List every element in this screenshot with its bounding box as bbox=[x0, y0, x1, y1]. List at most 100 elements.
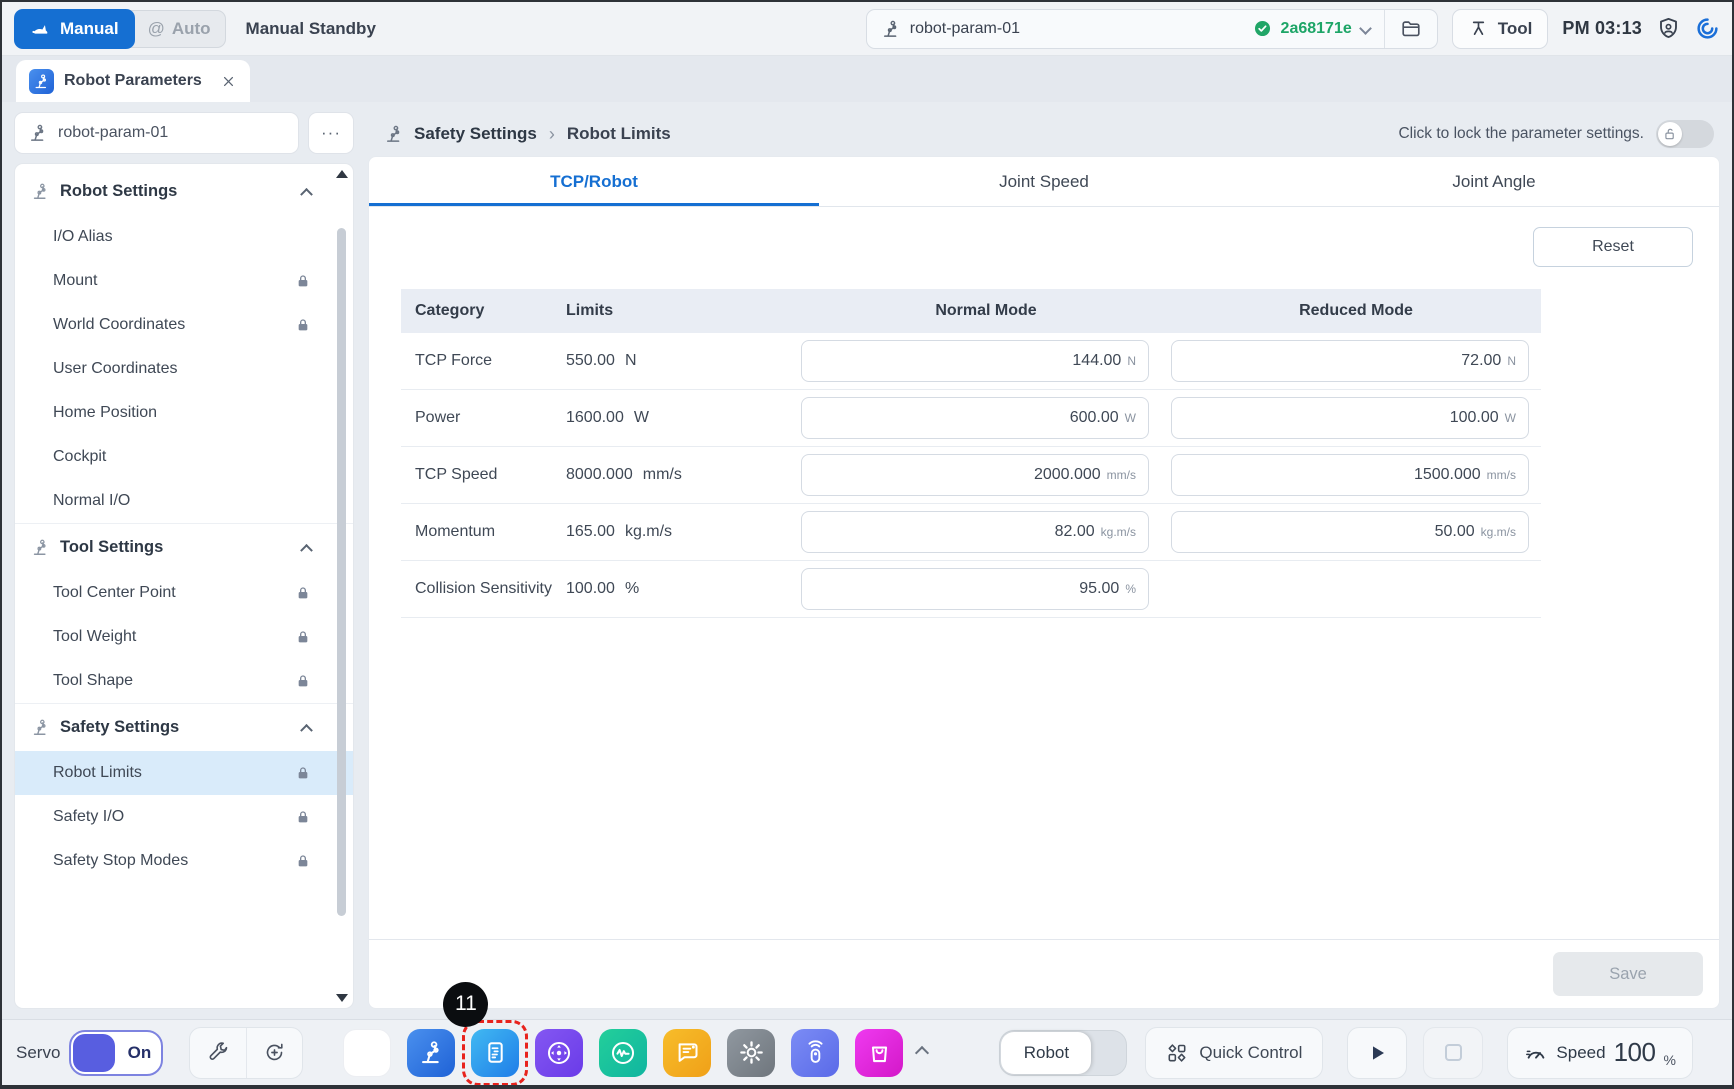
robot-icon bbox=[31, 538, 50, 557]
safety-user-button[interactable] bbox=[1656, 16, 1681, 41]
sidebar-section-robot-settings[interactable]: Robot Settings bbox=[15, 168, 353, 215]
tcp-speed-normal-input[interactable] bbox=[814, 466, 1101, 484]
task-editor-app-icon[interactable]: 11 bbox=[471, 1029, 519, 1077]
sidebar-item-tool-weight[interactable]: Tool Weight bbox=[15, 615, 353, 659]
reset-button[interactable]: Reset bbox=[1533, 227, 1693, 267]
tab-robot-parameters[interactable]: Robot Parameters bbox=[16, 60, 250, 102]
chevron-up-icon bbox=[300, 188, 313, 201]
sidebar-item-safety-stop-modes[interactable]: Safety Stop Modes bbox=[15, 839, 353, 883]
chevron-down-icon[interactable] bbox=[1359, 22, 1372, 35]
card-footer: Save bbox=[369, 939, 1719, 1008]
sidebar-item-tool-shape[interactable]: Tool Shape bbox=[15, 659, 353, 703]
recovery-button[interactable] bbox=[1695, 16, 1720, 41]
play-button[interactable] bbox=[1347, 1027, 1407, 1079]
tool-button[interactable]: Tool bbox=[1452, 9, 1549, 49]
close-icon bbox=[220, 73, 237, 90]
sidebar-item-robot-limits[interactable]: Robot Limits bbox=[15, 751, 353, 795]
dock-collapse-chevron-icon[interactable] bbox=[915, 1045, 929, 1059]
tab-joint-angle[interactable]: Joint Angle bbox=[1269, 157, 1719, 206]
remote-control-app-icon[interactable] bbox=[791, 1029, 839, 1077]
top-bar: Manual @ Auto Manual Standby robot-param… bbox=[2, 2, 1732, 56]
tcp-force-reduced-input[interactable] bbox=[1184, 352, 1501, 370]
parameter-lock-toggle[interactable] bbox=[1656, 120, 1714, 148]
lock-icon bbox=[295, 765, 311, 781]
tab-joint-speed[interactable]: Joint Speed bbox=[819, 157, 1269, 206]
speed-value: 100 bbox=[1614, 1037, 1656, 1068]
limits-table: Category Limits Normal Mode Reduced Mode… bbox=[401, 289, 1541, 618]
tab-tcp-robot[interactable]: TCP/Robot bbox=[369, 157, 819, 206]
table-row-collision-sensitivity: Collision Sensitivity 100.00% % bbox=[401, 561, 1541, 618]
stop-icon bbox=[1445, 1044, 1462, 1061]
store-app-icon[interactable] bbox=[855, 1029, 903, 1077]
quick-control-button[interactable]: Quick Control bbox=[1145, 1027, 1323, 1079]
tcp-speed-reduced-input[interactable] bbox=[1184, 466, 1481, 484]
sidebar-parameter-file[interactable]: robot-param-01 bbox=[14, 112, 299, 154]
parameter-file-summary[interactable]: robot-param-01 2a68171e bbox=[867, 10, 1384, 48]
monitoring-app-icon[interactable] bbox=[599, 1029, 647, 1077]
scroll-up-arrow[interactable] bbox=[336, 170, 348, 178]
power-reduced-input[interactable] bbox=[1184, 409, 1499, 427]
normal-mode-field: W bbox=[801, 397, 1149, 439]
sidebar: robot-param-01 ··· Robot Settings I/O Al… bbox=[14, 112, 354, 1009]
sidebar-item-world-coordinates[interactable]: World Coordinates bbox=[15, 303, 353, 347]
document-tab-strip: Robot Parameters bbox=[2, 56, 1732, 102]
robot-limits-card: TCP/Robot Joint Speed Joint Angle Reset … bbox=[368, 156, 1720, 1009]
lock-icon bbox=[295, 273, 311, 289]
chat-log-icon bbox=[674, 1039, 701, 1066]
power-normal-input[interactable] bbox=[814, 409, 1119, 427]
sidebar-item-home-position[interactable]: Home Position bbox=[15, 391, 353, 435]
save-button[interactable]: Save bbox=[1553, 952, 1703, 996]
sidebar-item-cockpit[interactable]: Cockpit bbox=[15, 435, 353, 479]
manual-mode-button[interactable]: Manual bbox=[14, 9, 135, 49]
speed-button[interactable]: Speed 100 % bbox=[1507, 1027, 1693, 1079]
lock-hint-text: Click to lock the parameter settings. bbox=[1398, 125, 1644, 143]
close-tab-button[interactable] bbox=[220, 73, 237, 90]
auto-mode-label: Auto bbox=[172, 19, 211, 39]
sidebar-parameter-name: robot-param-01 bbox=[58, 124, 168, 142]
sidebar-section-safety-settings[interactable]: Safety Settings bbox=[15, 704, 353, 751]
robot-status-text: Manual Standby bbox=[246, 19, 376, 39]
lock-icon bbox=[295, 673, 311, 689]
momentum-reduced-input[interactable] bbox=[1184, 523, 1475, 541]
limits-tabs: TCP/Robot Joint Speed Joint Angle bbox=[369, 157, 1719, 207]
tcp-force-normal-input[interactable] bbox=[814, 352, 1121, 370]
scroll-down-arrow[interactable] bbox=[336, 994, 348, 1002]
active-parameter-chip[interactable]: robot-param-01 2a68171e bbox=[866, 9, 1438, 49]
sidebar-item-io-alias[interactable]: I/O Alias bbox=[15, 215, 353, 259]
setting-app-icon[interactable] bbox=[727, 1029, 775, 1077]
sidebar-item-normal-io[interactable]: Normal I/O bbox=[15, 479, 353, 523]
scrollbar-thumb[interactable] bbox=[337, 228, 346, 916]
stop-button[interactable] bbox=[1423, 1027, 1483, 1079]
sidebar-scrollbar[interactable] bbox=[335, 170, 349, 1002]
more-options-button[interactable]: ··· bbox=[308, 112, 354, 154]
robot-icon bbox=[31, 718, 50, 737]
auto-mode-button[interactable]: @ Auto bbox=[127, 10, 226, 48]
collision-sensitivity-normal-input[interactable] bbox=[814, 580, 1119, 598]
table-row-tcp-speed: TCP Speed 8000.000mm/s mm/s mm/s bbox=[401, 447, 1541, 504]
waveform-icon bbox=[609, 1039, 637, 1067]
servo-toggle[interactable]: On bbox=[69, 1030, 163, 1076]
servo-label: Servo bbox=[16, 1043, 60, 1063]
unlock-icon bbox=[1663, 127, 1677, 141]
home-app-icon[interactable] bbox=[343, 1029, 391, 1077]
header-reduced-mode: Reduced Mode bbox=[1171, 302, 1541, 320]
momentum-normal-input[interactable] bbox=[814, 523, 1095, 541]
sidebar-item-mount[interactable]: Mount bbox=[15, 259, 353, 303]
workcell-setup-button[interactable] bbox=[190, 1028, 246, 1078]
robot-icon bbox=[384, 124, 404, 144]
robot-sim-toggle[interactable]: Robot bbox=[999, 1030, 1127, 1076]
log-app-icon[interactable] bbox=[663, 1029, 711, 1077]
robot-icon bbox=[881, 19, 901, 39]
normal-mode-field: N bbox=[801, 340, 1149, 382]
table-row-power: Power 1600.00W W W bbox=[401, 390, 1541, 447]
sidebar-item-user-coordinates[interactable]: User Coordinates bbox=[15, 347, 353, 391]
sidebar-section-tool-settings[interactable]: Tool Settings bbox=[15, 524, 353, 571]
jog-app-icon[interactable] bbox=[535, 1029, 583, 1077]
open-file-button[interactable] bbox=[1385, 10, 1437, 48]
header-category: Category bbox=[401, 302, 566, 320]
sidebar-item-tool-center-point[interactable]: Tool Center Point bbox=[15, 571, 353, 615]
pose-update-button[interactable] bbox=[246, 1028, 302, 1078]
sidebar-item-safety-io[interactable]: Safety I/O bbox=[15, 795, 353, 839]
chevron-up-icon bbox=[300, 544, 313, 557]
robot-parameters-app-icon[interactable] bbox=[407, 1029, 455, 1077]
